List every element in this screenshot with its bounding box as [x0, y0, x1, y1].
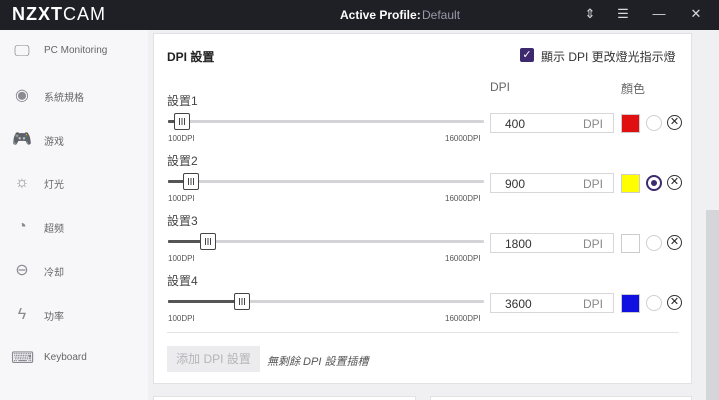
active-dpi-radio[interactable]	[646, 115, 662, 131]
dpi-row-label: 設置2	[167, 154, 198, 168]
sidebar: 🖵 PC Monitoring ◉ 系統規格 🎮 游戏 ☼ 灯光 ◔ 超频 ⊖ …	[0, 30, 148, 400]
slider-max-label: 16000DPI	[445, 194, 481, 203]
divider	[167, 332, 679, 333]
sidebar-item-games[interactable]: 🎮 游戏	[0, 125, 148, 155]
sidebar-item-pc-monitoring[interactable]: 🖵 PC Monitoring	[0, 37, 148, 67]
eye-icon: ◉	[15, 87, 29, 104]
dpi-row-4: 設置4 100DPI 16000DPI 3600 DPI ✕	[154, 272, 693, 332]
next-card-edge	[430, 396, 692, 400]
scrollbar[interactable]	[706, 210, 719, 400]
remove-dpi-icon[interactable]: ✕	[667, 115, 682, 130]
dpi-value: 400	[505, 117, 526, 131]
title-bar: NZXTCAM Active Profile: Default ⇕ ☰ — ✕	[0, 0, 719, 30]
active-profile-value[interactable]: Default	[422, 8, 460, 22]
minimize-icon[interactable]: —	[651, 6, 667, 21]
dpi-value: 1800	[505, 237, 532, 251]
sidebar-item-label: 系統規格	[44, 93, 84, 104]
sidebar-item-system-specs[interactable]: ◉ 系統規格	[0, 81, 148, 111]
dpi-slider-thumb[interactable]	[200, 233, 217, 250]
dpi-unit: DPI	[583, 237, 604, 251]
dpi-slider-fill	[168, 300, 243, 303]
dpi-row-2: 設置2 100DPI 16000DPI 900 DPI ✕	[154, 152, 693, 212]
dpi-row-label: 設置1	[167, 94, 198, 108]
active-dpi-radio[interactable]	[646, 175, 662, 191]
remove-dpi-icon[interactable]: ✕	[667, 295, 682, 310]
dpi-row-label: 設置4	[167, 274, 198, 288]
speedometer-icon: ◔	[17, 218, 27, 235]
sidebar-item-label: PC Monitoring	[44, 45, 108, 56]
sidebar-item-overclocking[interactable]: ◔ 超频	[0, 212, 148, 242]
slider-min-label: 100DPI	[168, 134, 195, 143]
slider-max-label: 16000DPI	[445, 314, 481, 323]
sidebar-item-label: 功率	[44, 312, 64, 323]
no-slots-note: 無剩餘 DPI 設置插槽	[267, 356, 369, 368]
next-card-edge	[153, 396, 416, 400]
sidebar-item-label: 冷却	[44, 268, 64, 279]
dpi-settings-panel: DPI 設置 ✓ 顯示 DPI 更改燈光指示燈 DPI 顏色 設置1 100DP…	[153, 33, 692, 384]
power-icon: ϟ	[17, 306, 27, 323]
dpi-unit: DPI	[583, 297, 604, 311]
sidebar-item-label: 超频	[44, 224, 64, 235]
color-swatch[interactable]	[621, 294, 640, 313]
dpi-slider-thumb[interactable]	[234, 293, 251, 310]
dpi-value: 900	[505, 177, 526, 191]
keyboard-icon: ⌨	[11, 350, 35, 367]
sidebar-item-label: 游戏	[44, 137, 64, 148]
dpi-slider-thumb[interactable]	[173, 113, 190, 130]
active-profile-label: Active Profile:	[340, 8, 421, 22]
sidebar-item-label: Keyboard	[44, 352, 87, 363]
dpi-value-input[interactable]: 3600 DPI	[490, 293, 614, 313]
slider-min-label: 100DPI	[168, 254, 195, 263]
dpi-value-input[interactable]: 900 DPI	[490, 173, 614, 193]
remove-dpi-icon[interactable]: ✕	[667, 175, 682, 190]
indicator-checkbox-label[interactable]: 顯示 DPI 更改燈光指示燈	[541, 48, 676, 65]
gamepad-icon: 🎮	[12, 131, 32, 148]
dpi-unit: DPI	[583, 177, 604, 191]
dpi-slider-track[interactable]	[168, 120, 484, 123]
app-logo: NZXTCAM	[12, 4, 106, 24]
dpi-value-input[interactable]: 1800 DPI	[490, 233, 614, 253]
sidebar-item-power[interactable]: ϟ 功率	[0, 300, 148, 330]
close-icon[interactable]: ✕	[688, 6, 704, 22]
menu-icon[interactable]: ☰	[615, 6, 631, 22]
sort-icon[interactable]: ⇕	[582, 6, 598, 22]
dpi-unit: DPI	[583, 117, 604, 131]
add-dpi-setting-button[interactable]: 添加 DPI 設置	[167, 346, 260, 372]
color-swatch[interactable]	[621, 234, 640, 253]
slider-max-label: 16000DPI	[445, 254, 481, 263]
dpi-row-1: 設置1 100DPI 16000DPI 400 DPI ✕	[154, 92, 693, 152]
dpi-value-input[interactable]: 400 DPI	[490, 113, 614, 133]
panel-title: DPI 設置	[167, 50, 215, 64]
slider-min-label: 100DPI	[168, 314, 195, 323]
sidebar-item-label: 灯光	[44, 180, 64, 191]
color-swatch[interactable]	[621, 114, 640, 133]
slider-min-label: 100DPI	[168, 194, 195, 203]
sidebar-item-lighting[interactable]: ☼ 灯光	[0, 168, 148, 198]
sidebar-item-cooling[interactable]: ⊖ 冷却	[0, 256, 148, 286]
color-swatch[interactable]	[621, 174, 640, 193]
active-dpi-radio[interactable]	[646, 235, 662, 251]
dpi-row-3: 設置3 100DPI 16000DPI 1800 DPI ✕	[154, 212, 693, 272]
dpi-slider-thumb[interactable]	[183, 173, 200, 190]
fan-icon: ⊖	[15, 262, 29, 279]
dpi-slider-track[interactable]	[168, 180, 484, 183]
indicator-checkbox[interactable]: ✓	[520, 48, 534, 62]
remove-dpi-icon[interactable]: ✕	[667, 235, 682, 250]
active-dpi-radio[interactable]	[646, 295, 662, 311]
dpi-row-label: 設置3	[167, 214, 198, 228]
sun-icon: ☼	[14, 174, 30, 191]
dpi-value: 3600	[505, 297, 532, 311]
slider-max-label: 16000DPI	[445, 134, 481, 143]
sidebar-item-keyboard[interactable]: ⌨ Keyboard	[0, 344, 148, 374]
monitor-icon: 🖵	[14, 43, 30, 60]
